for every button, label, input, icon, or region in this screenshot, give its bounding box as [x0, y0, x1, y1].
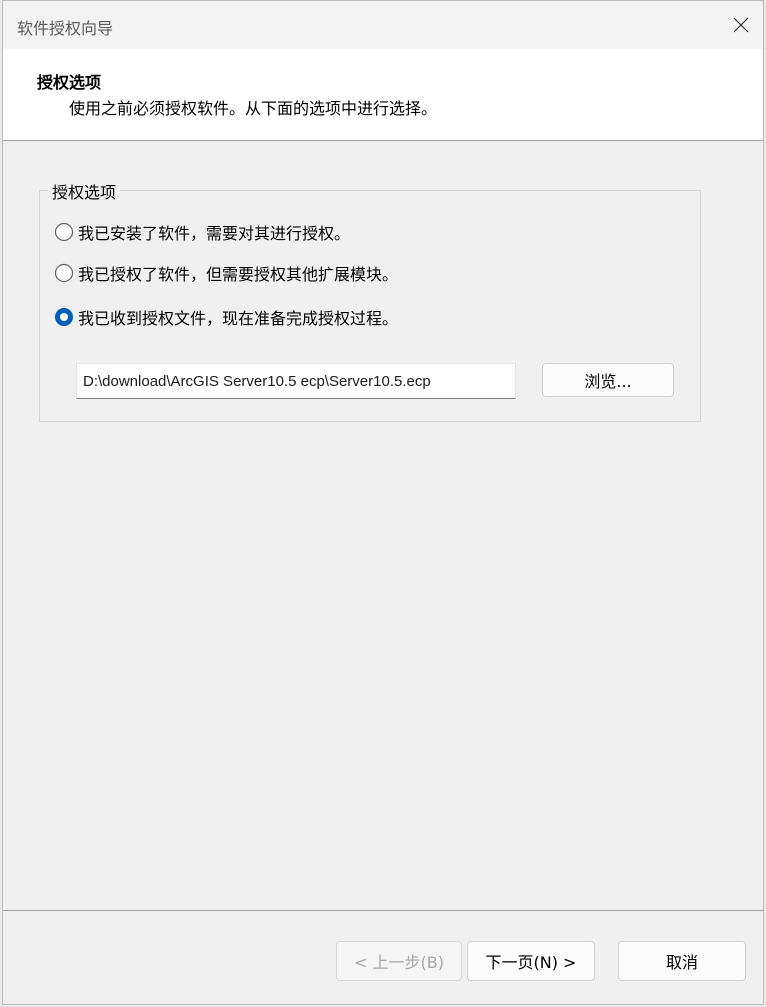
group-legend: 授权选项 — [48, 179, 121, 203]
option-install-authorize[interactable]: 我已安装了软件，需要对其进行授权。 — [54, 220, 350, 244]
option-label: 我已安装了软件，需要对其进行授权。 — [78, 224, 351, 243]
next-button[interactable]: 下一页(N) > — [467, 941, 595, 981]
browse-button[interactable]: 浏览... — [542, 363, 674, 397]
license-options-group: 授权选项 我已安装了软件，需要对其进行授权。 我已授权了软件，但需要授权其他扩展… — [39, 179, 701, 422]
back-button[interactable]: < 上一步(B) — [336, 941, 462, 981]
radio-unchecked-icon[interactable] — [54, 222, 74, 242]
close-button[interactable] — [723, 7, 759, 43]
radio-unchecked-icon[interactable] — [54, 263, 74, 283]
wizard-header: 授权选项 使用之前必须授权软件。从下面的选项中进行选择。 — [3, 49, 763, 141]
radio-checked-icon[interactable] — [54, 307, 74, 327]
license-file-path-input[interactable] — [76, 363, 516, 399]
window-title: 软件授权向导 — [17, 19, 114, 38]
option-label: 我已收到授权文件，现在准备完成授权过程。 — [78, 309, 399, 328]
footer-divider — [3, 910, 763, 911]
cancel-button[interactable]: 取消 — [618, 941, 746, 981]
option-authorize-extensions[interactable]: 我已授权了软件，但需要授权其他扩展模块。 — [54, 261, 398, 285]
page-title: 授权选项 — [37, 73, 102, 92]
close-icon — [733, 17, 749, 33]
option-complete-with-file[interactable]: 我已收到授权文件，现在准备完成授权过程。 — [54, 305, 398, 329]
page-subtitle: 使用之前必须授权软件。从下面的选项中进行选择。 — [69, 99, 438, 118]
title-bar: 软件授权向导 — [3, 1, 763, 49]
option-label: 我已授权了软件，但需要授权其他扩展模块。 — [78, 265, 399, 284]
license-wizard-dialog: 软件授权向导 授权选项 使用之前必须授权软件。从下面的选项中进行选择。 授权选项… — [2, 0, 764, 1005]
